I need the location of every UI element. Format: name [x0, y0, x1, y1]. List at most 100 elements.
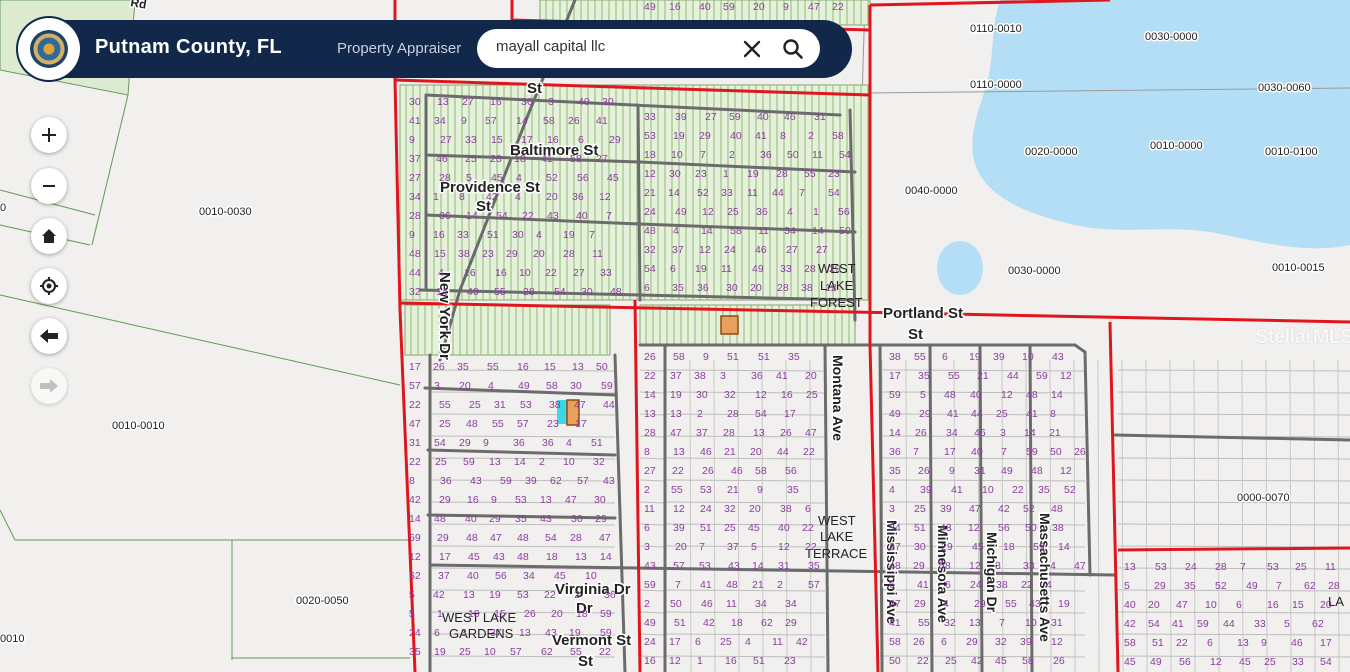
- lot-number: 35: [1184, 580, 1196, 592]
- lot-number: 51: [758, 351, 770, 363]
- lot-number: 49: [1001, 465, 1013, 477]
- lot-number: 11: [1325, 561, 1336, 573]
- lot-number: 10: [1205, 599, 1217, 611]
- parcel-map[interactable]: 0110-0010 0030-0000 0110-0000 0030-0060 0020…: [0, 0, 1350, 672]
- lot-number: 16: [517, 361, 529, 373]
- clear-search-button[interactable]: [740, 37, 764, 61]
- lot-number: 30: [571, 513, 583, 525]
- lot-number: 38: [549, 399, 561, 411]
- lot-number: 10: [982, 484, 994, 496]
- lot-number: 33: [721, 187, 733, 199]
- lot-number: 25: [914, 503, 926, 515]
- lot-number: 28: [409, 210, 421, 222]
- lot-number: 25: [727, 206, 739, 218]
- lot-number: 6: [941, 636, 947, 648]
- lot-number: 28: [439, 172, 451, 184]
- parcel-id-label: 0110-0010: [970, 23, 1022, 35]
- lot-number: 3: [644, 541, 650, 553]
- parcel-id-label: 0010: [0, 633, 24, 645]
- lot-number: 25: [435, 456, 447, 468]
- lot-number: 49: [889, 408, 901, 420]
- lot-number: 57: [808, 579, 820, 591]
- lot-number: 53: [517, 589, 529, 601]
- search-button[interactable]: [781, 37, 805, 61]
- lot-number: 36: [697, 282, 709, 294]
- lot-number: 20: [1320, 599, 1332, 611]
- lot-number: 55: [918, 617, 930, 629]
- lot-number: 7: [999, 617, 1005, 629]
- lot-number: 54: [1320, 656, 1332, 668]
- home-button[interactable]: [31, 218, 67, 254]
- parcel-id-label: 0030-0060: [1258, 82, 1311, 94]
- lot-number: 30: [512, 229, 524, 241]
- lot-number: 8: [780, 130, 786, 142]
- lot-number: 27: [889, 598, 901, 610]
- lot-number: 20: [1148, 599, 1160, 611]
- lot-number: 25: [945, 655, 957, 667]
- back-button[interactable]: [31, 318, 67, 354]
- locate-button[interactable]: [31, 268, 67, 304]
- forward-arrow-icon: [40, 379, 58, 393]
- lot-number: 37: [696, 427, 708, 439]
- parcel-id-label: 0010-0100: [1265, 146, 1318, 158]
- lot-number: 24: [1185, 561, 1197, 573]
- lot-number: 7: [700, 149, 706, 161]
- lot-number: 9: [409, 229, 415, 241]
- lot-number: 29: [506, 248, 518, 260]
- search-box[interactable]: mayall capital llc: [477, 29, 820, 68]
- county-seal-logo[interactable]: [18, 18, 80, 80]
- lot-number: 16: [644, 655, 656, 667]
- lot-number: 51: [727, 351, 739, 363]
- lot-number: 17: [669, 636, 681, 648]
- lot-number: 6: [805, 503, 811, 515]
- lot-number: 26: [780, 427, 792, 439]
- lot-number: 25: [439, 418, 451, 430]
- lot-number: 30: [696, 389, 708, 401]
- lot-number: 39: [993, 351, 1005, 363]
- lot-number: 18: [1003, 541, 1015, 553]
- lot-number: 27: [816, 244, 828, 256]
- lot-number: 12: [778, 541, 790, 553]
- parcel-id-label: 0: [0, 202, 6, 214]
- forward-button[interactable]: [31, 368, 67, 404]
- lot-number: 56: [577, 172, 589, 184]
- search-input[interactable]: mayall capital llc: [496, 38, 605, 55]
- lot-number: 12: [1001, 389, 1013, 401]
- lot-number: 43: [940, 522, 952, 534]
- lot-number: 62: [409, 570, 421, 582]
- lot-number: 39: [525, 475, 537, 487]
- lot-number: 2: [808, 130, 814, 142]
- lot-number: 22: [803, 446, 815, 458]
- lot-number: 22: [409, 399, 421, 411]
- zoom-in-button[interactable]: [31, 117, 67, 153]
- lot-number: 58: [832, 130, 844, 142]
- lot-number: 25: [724, 522, 736, 534]
- lot-number: 13: [1124, 561, 1136, 573]
- lot-number: 55: [439, 399, 451, 411]
- lot-number: 48: [517, 551, 529, 563]
- lot-number: 24: [724, 244, 736, 256]
- lot-number: 16: [467, 494, 479, 506]
- lot-number: 29: [437, 532, 449, 544]
- lot-number: 36: [521, 96, 533, 108]
- lot-number: 50: [670, 598, 682, 610]
- zoom-out-button[interactable]: [31, 168, 67, 204]
- parcel-id-label: 0010-0015: [1272, 262, 1325, 274]
- lot-number: 9: [783, 1, 789, 13]
- lot-number: 53: [1155, 561, 1167, 573]
- lot-number: 23: [547, 418, 559, 430]
- lot-number: 12: [825, 282, 837, 294]
- lot-number: 15: [494, 608, 506, 620]
- lot-number: 35: [515, 513, 527, 525]
- lot-number: 43: [545, 627, 557, 639]
- lot-number: 13: [575, 551, 587, 563]
- lot-number: 59: [729, 111, 741, 123]
- lot-number: 8: [644, 446, 650, 458]
- lot-number: 48: [726, 579, 738, 591]
- lot-number: 27: [440, 134, 452, 146]
- lot-number: 29: [829, 263, 841, 275]
- lot-number: 6: [434, 627, 440, 639]
- lot-number: 9: [703, 351, 709, 363]
- lot-number: 31: [1051, 617, 1063, 629]
- lot-number: 57: [409, 380, 421, 392]
